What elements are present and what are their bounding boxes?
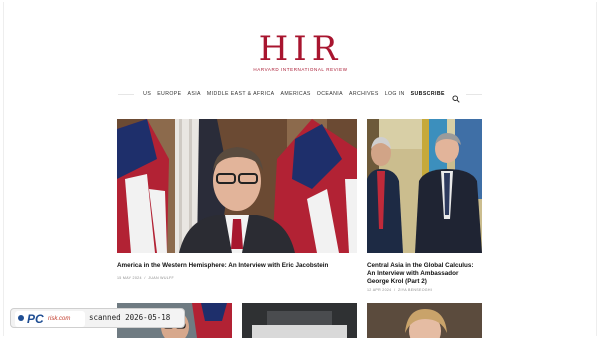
article-card[interactable]: Central Asia in the Global Calculus: An … (367, 119, 482, 299)
article-image-bottom-2[interactable] (242, 303, 357, 338)
article-card-featured[interactable]: America in the Western Hemisphere: An In… (117, 119, 357, 285)
nav-item-subscribe[interactable]: SUBSCRIBE (408, 91, 448, 97)
article-title[interactable]: America in the Western Hemisphere: An In… (117, 262, 357, 270)
article-image-krol[interactable] (367, 119, 482, 253)
article-meta: 12 APR 2024 / ZIYA BENSEOGHI (367, 288, 482, 292)
logo-subtitle: HARVARD INTERNATIONAL REVIEW (253, 67, 348, 72)
main-nav: US EUROPE ASIA MIDDLE EAST & AFRICA AMER… (118, 88, 482, 103)
site-logo[interactable]: HIR HARVARD INTERNATIONAL REVIEW (253, 32, 348, 76)
search-icon[interactable] (452, 90, 460, 103)
nav-divider-left (118, 93, 135, 95)
scan-watermark: PC risk.com scanned 2026-05-18 (10, 308, 185, 328)
scan-date-text: scanned 2026-05-18 (89, 313, 171, 322)
pcrisk-logo-sub: risk.com (48, 316, 71, 322)
nav-item-asia[interactable]: ASIA (185, 91, 204, 97)
article-author[interactable]: ZIYA BENSEOGHI (398, 288, 432, 292)
article-meta: 15 MAY 2024 / JUAN WULFF (117, 276, 357, 280)
nav-item-middle-east-africa[interactable]: MIDDLE EAST & AFRICA (204, 91, 278, 97)
nav-item-oceania[interactable]: OCEANIA (314, 91, 346, 97)
article-title[interactable]: Central Asia in the Global Calculus: An … (367, 262, 482, 286)
article-date: 12 APR 2024 (367, 288, 392, 292)
magnifier-icon (18, 315, 24, 321)
nav-item-archives[interactable]: ARCHIVES (346, 91, 382, 97)
nav-item-log-in[interactable]: LOG IN (382, 91, 408, 97)
pcrisk-logo: PC risk.com (15, 311, 85, 327)
article-image-jacobstein[interactable] (117, 119, 357, 253)
nav-item-us[interactable]: US (140, 91, 154, 97)
logo-mark: HIR (258, 29, 343, 69)
pcrisk-logo-main: PC (27, 312, 44, 326)
nav-item-americas[interactable]: AMERICAS (278, 91, 314, 97)
article-author[interactable]: JUAN WULFF (148, 276, 174, 280)
nav-item-europe[interactable]: EUROPE (154, 91, 184, 97)
article-image-bottom-3[interactable] (367, 303, 482, 338)
article-date: 15 MAY 2024 (117, 276, 142, 280)
nav-divider-right (465, 93, 482, 95)
page: HIR HARVARD INTERNATIONAL REVIEW US EURO… (0, 0, 600, 338)
